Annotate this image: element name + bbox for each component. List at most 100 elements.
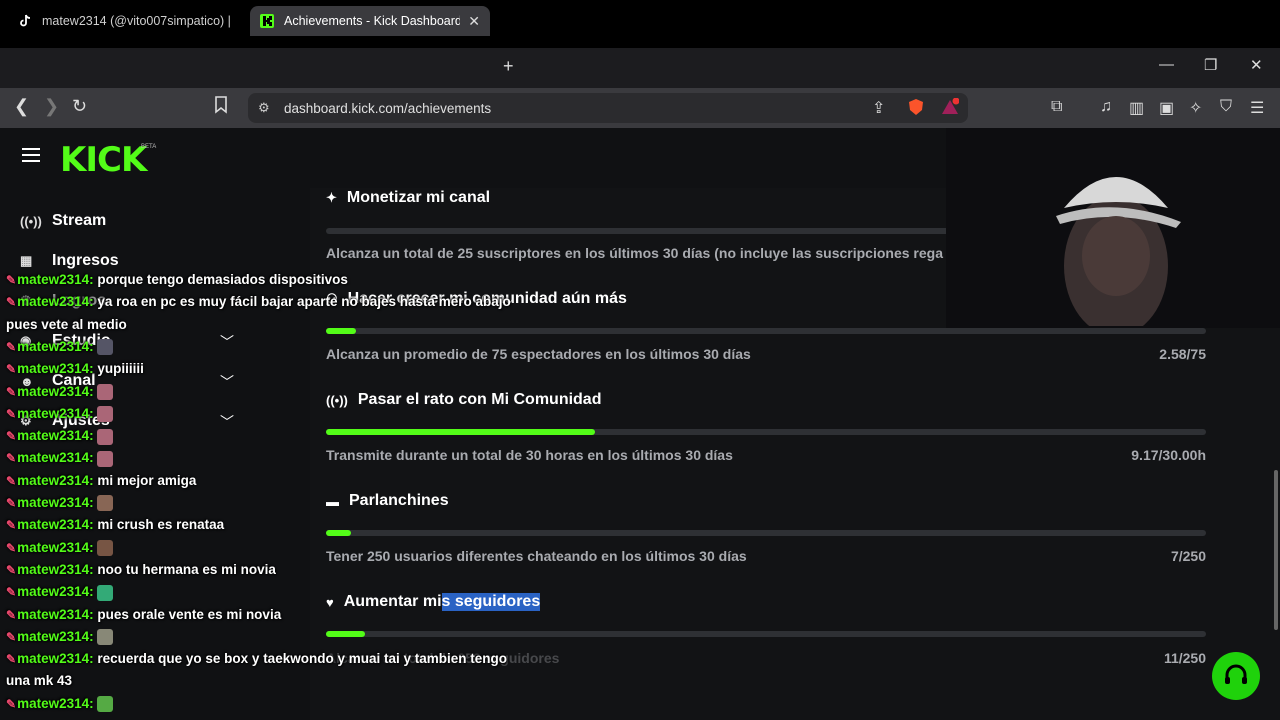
moderator-badge-icon: ✎	[6, 429, 17, 444]
wallet-icon[interactable]: ▣	[1159, 98, 1174, 118]
chat-username[interactable]: matew2314:	[17, 450, 94, 465]
moderator-badge-icon: ✎	[6, 362, 17, 377]
chat-username[interactable]: matew2314:	[17, 517, 94, 532]
emote-icon	[97, 406, 114, 423]
support-button[interactable]	[1212, 652, 1260, 700]
music-icon[interactable]: ♫	[1100, 98, 1112, 116]
achievement-progress: 11/250	[1163, 650, 1206, 666]
moderator-badge-icon: ✎	[6, 295, 17, 310]
reload-icon[interactable]: ↻	[72, 96, 87, 117]
broadcast-icon: ((•))	[20, 213, 42, 229]
forward-icon[interactable]: ❯	[44, 96, 59, 117]
moderator-badge-icon: ✎	[6, 496, 17, 510]
chat-message: ✎matew2314: porque tengo demasiados disp…	[6, 272, 348, 287]
achievement-title: ✦ Monetizar mi canal	[326, 189, 491, 206]
chevron-down-icon[interactable]: ﹀	[220, 412, 234, 432]
chat-message: ✎matew2314:	[6, 495, 114, 512]
scrollbar[interactable]	[1274, 470, 1278, 630]
address-bar[interactable]: dashboard.kick.com/achievements	[248, 93, 968, 123]
achievement-description: Alcanza un total de 25 suscriptores en l…	[326, 245, 943, 261]
brave-shield-icon[interactable]	[907, 98, 925, 121]
chat-username[interactable]: matew2314:	[17, 406, 94, 421]
sidebar-item-label: Stream	[52, 212, 107, 229]
chat-username[interactable]: matew2314:	[17, 651, 94, 666]
progress-track	[326, 328, 1206, 334]
kick-logo[interactable]: KICK	[60, 140, 147, 180]
achievement-description: Alcanza un promedio de 75 espectadores e…	[326, 346, 751, 362]
chat-message: pues vete al medio	[6, 317, 127, 332]
chat-message: ✎matew2314: mi crush es renataa	[6, 517, 224, 532]
screenshot-icon[interactable]: ⧉	[1051, 98, 1062, 116]
chat-username[interactable]: matew2314:	[17, 473, 94, 488]
heart-icon: ♥	[326, 594, 334, 610]
chat-username[interactable]: matew2314:	[17, 540, 94, 555]
menu-icon[interactable]: ☰	[1250, 98, 1264, 118]
moderator-badge-icon: ✎	[6, 339, 17, 354]
chat-message: ✎matew2314: yupiiiiii	[6, 361, 144, 376]
chat-message: ✎matew2314:	[6, 629, 114, 646]
hamburger-menu-icon[interactable]	[22, 148, 40, 162]
close-window-icon[interactable]: ✕	[1250, 56, 1263, 74]
chat-message: ✎matew2314: noo tu hermana es mi novia	[6, 562, 276, 577]
moderator-badge-icon: ✎	[6, 273, 17, 287]
moderator-badge-icon: ✎	[6, 406, 17, 421]
back-icon[interactable]: ❮	[14, 96, 29, 117]
chat-username[interactable]: matew2314:	[17, 584, 94, 599]
new-tab-button[interactable]: +	[503, 56, 514, 77]
chat-text: recuerda que yo se box y taekwondo y mua…	[97, 651, 507, 667]
emote-icon	[97, 540, 114, 557]
chat-username[interactable]: matew2314:	[17, 384, 94, 399]
chat-text: pues orale vente es mi novia	[97, 606, 282, 622]
chat-username[interactable]: matew2314:	[17, 495, 94, 510]
brave-rewards-icon[interactable]	[941, 97, 960, 121]
sidebar-item-stream[interactable]: ((•)) Stream	[20, 212, 106, 230]
close-tab-icon[interactable]: ✕	[468, 13, 480, 30]
chat-username[interactable]: matew2314:	[17, 272, 94, 287]
chat-text: pues vete al medio	[6, 316, 127, 332]
chat-username[interactable]: matew2314:	[17, 361, 94, 376]
emote-icon	[97, 383, 114, 400]
restore-icon[interactable]: ❐	[1204, 56, 1217, 74]
sidebar-toggle-icon[interactable]: ▥	[1129, 98, 1144, 118]
chevron-down-icon[interactable]: ﹀	[220, 372, 234, 392]
tiktok-icon	[20, 14, 31, 27]
vpn-icon[interactable]: ⛉	[1220, 98, 1232, 116]
url-text: dashboard.kick.com/achievements	[284, 100, 492, 116]
emote-icon	[97, 696, 114, 713]
chevron-down-icon[interactable]: ﹀	[220, 332, 234, 352]
chat-message: una mk 43	[6, 673, 72, 688]
chat-username[interactable]: matew2314:	[17, 339, 94, 354]
moderator-badge-icon: ✎	[6, 473, 17, 488]
achievement-progress: 9.17/30.00h	[1131, 447, 1206, 463]
share-icon[interactable]: ⇪	[872, 98, 885, 118]
achievement-title: ▬ Parlanchines	[326, 492, 449, 509]
headset-icon	[1225, 664, 1247, 684]
chat-message: ✎matew2314:	[6, 339, 114, 356]
chat-username[interactable]: matew2314:	[17, 294, 94, 309]
tab-tiktok[interactable]: matew2314 (@vito007simpatico) | Ti	[8, 6, 240, 36]
chat-text: mi crush es renataa	[97, 517, 225, 533]
site-settings-icon[interactable]: ⚙	[258, 100, 270, 116]
kick-favicon-icon	[260, 14, 274, 28]
bookmark-icon[interactable]	[214, 96, 228, 119]
chat-message: ✎matew2314:	[6, 584, 114, 601]
chat-username[interactable]: matew2314:	[17, 696, 94, 711]
leo-ai-icon[interactable]: ✧	[1189, 98, 1202, 118]
minimize-icon[interactable]: —	[1159, 56, 1174, 73]
chat-username[interactable]: matew2314:	[17, 629, 94, 644]
chat-username[interactable]: matew2314:	[17, 428, 94, 443]
chat-username[interactable]: matew2314:	[17, 607, 94, 622]
emote-icon	[97, 584, 114, 601]
achievement-progress: 2.58/75	[1159, 346, 1206, 362]
sidebar-item-ingresos[interactable]: ▦ Ingresos	[20, 252, 119, 270]
tab-achievements[interactable]: Achievements - Kick Dashboard ✕	[250, 6, 490, 36]
progress-fill	[326, 530, 351, 536]
chat-username[interactable]: matew2314:	[17, 562, 94, 577]
moderator-badge-icon: ✎	[6, 607, 17, 622]
chat-text: porque tengo demasiados dispositivos	[97, 272, 348, 287]
tab-title: matew2314 (@vito007simpatico) | Ti	[42, 14, 230, 28]
chart-icon: ▦	[20, 253, 33, 268]
moderator-badge-icon: ✎	[6, 562, 17, 577]
achievement-description: Tener 250 usuarios diferentes chateando …	[326, 548, 747, 564]
tab-bar	[0, 48, 1280, 88]
